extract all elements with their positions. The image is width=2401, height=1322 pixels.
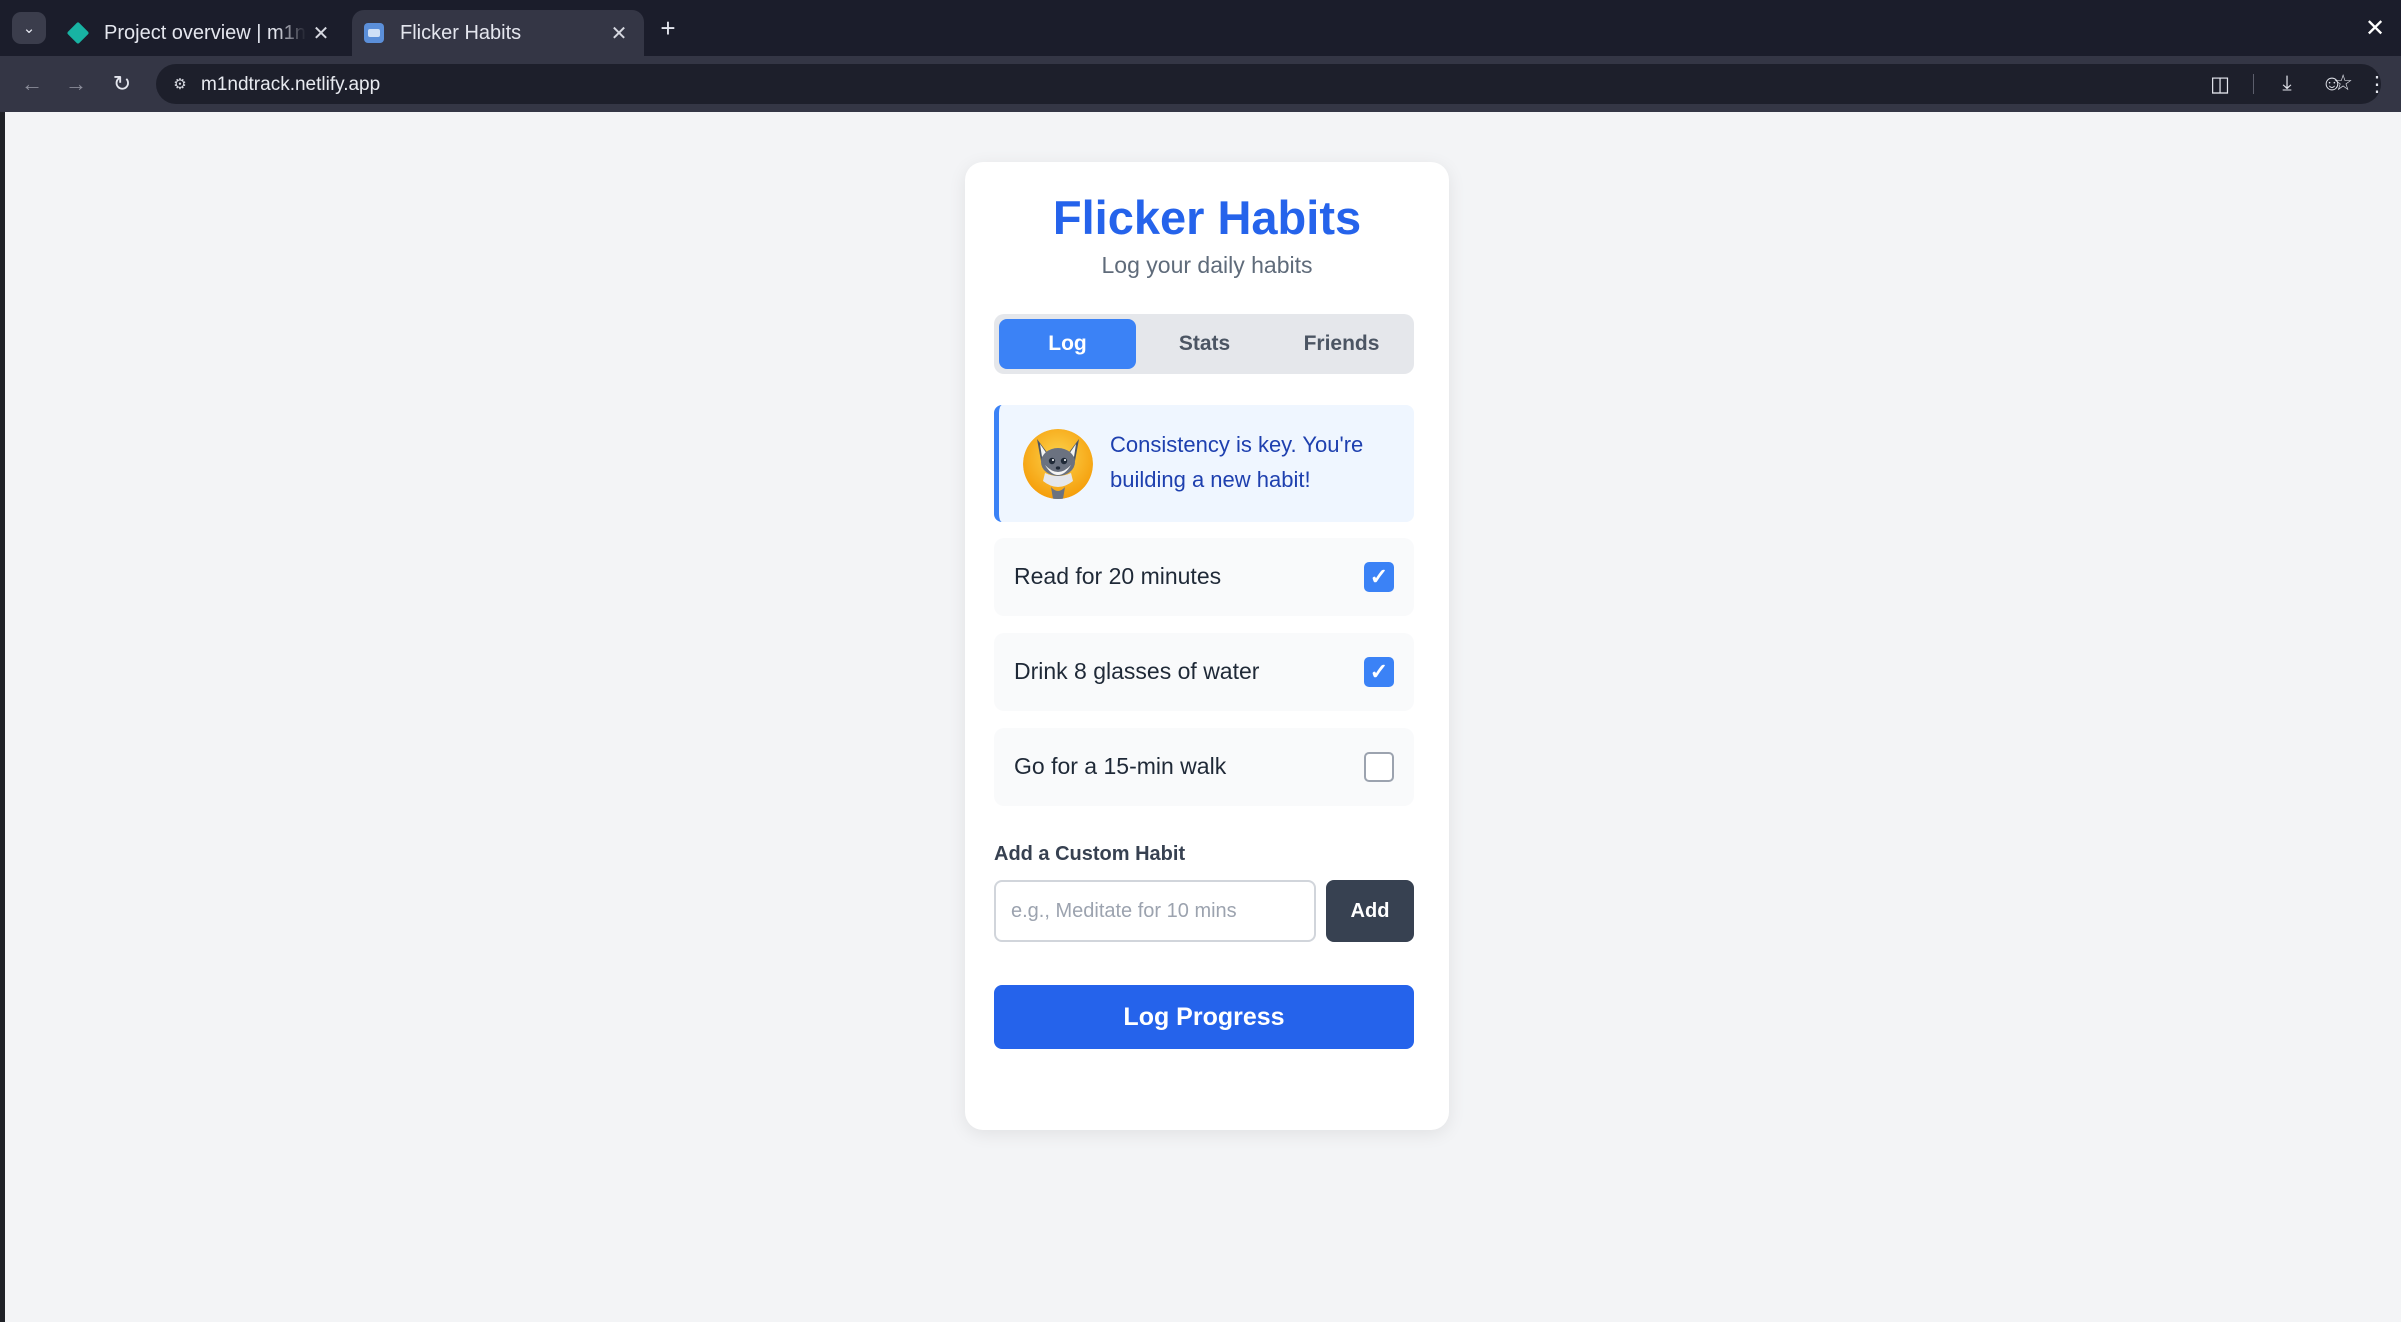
tab-search-chevron-icon[interactable]: ⌄ [12, 12, 46, 44]
browser-tab-flicker-habits[interactable]: Flicker Habits ✕ [352, 10, 644, 56]
app-title: Flicker Habits [1052, 191, 1362, 244]
habit-label: Drink 8 glasses of water [1014, 658, 1260, 684]
page-viewport: Flicker Habits Log your daily habits Log… [5, 112, 2401, 1322]
fox-mascot-icon [1023, 429, 1093, 499]
download-icon[interactable]: ⤓ [2271, 68, 2303, 100]
app-favicon-icon [364, 23, 384, 43]
tab-friends[interactable]: Friends [1273, 319, 1410, 369]
address-bar[interactable]: ⚙ m1ndtrack.netlify.app ☆ [156, 64, 2381, 104]
extensions-puzzle-icon[interactable]: ◫ [2204, 68, 2236, 100]
close-tab-icon[interactable]: ✕ [604, 18, 634, 48]
message-text: Consistency is key. You're building a ne… [1110, 432, 1364, 492]
tab-stats[interactable]: Stats [1136, 319, 1273, 369]
more-menu-kebab-icon[interactable]: ⋮ [2361, 68, 2393, 100]
forward-arrow-icon[interactable]: → [58, 66, 94, 102]
browser-tab-project-overview[interactable]: Project overview | m1ndtrack ✕ [56, 10, 346, 56]
window-close-icon[interactable]: ✕ [2359, 12, 2391, 44]
tab-title: Flicker Habits [400, 21, 522, 44]
netlify-diamond-icon [66, 21, 90, 45]
habit-item[interactable]: Read for 20 minutes ✓ [994, 538, 1414, 616]
app-subtitle: Log your daily habits [1101, 252, 1313, 278]
custom-habit-input[interactable] [994, 880, 1316, 942]
habit-item[interactable]: Go for a 15-min walk [994, 728, 1414, 806]
view-tabs: Log Stats Friends [994, 314, 1414, 374]
back-arrow-icon[interactable]: ← [14, 66, 50, 102]
close-tab-icon[interactable]: ✕ [306, 18, 336, 48]
log-progress-button[interactable]: Log Progress [994, 985, 1414, 1049]
add-habit-button[interactable]: Add [1326, 880, 1414, 942]
habit-checkbox-checked[interactable]: ✓ [1364, 562, 1394, 592]
toolbar-divider [2253, 74, 2254, 94]
habit-label: Go for a 15-min walk [1014, 753, 1227, 779]
site-info-tune-icon[interactable]: ⚙ [166, 70, 194, 98]
tab-title: Project overview | m1ndtrack [104, 21, 306, 44]
habit-checkbox-checked[interactable]: ✓ [1364, 657, 1394, 687]
url-text[interactable]: m1ndtrack.netlify.app [201, 74, 380, 96]
reload-icon[interactable]: ↻ [104, 66, 140, 102]
habit-card: Flicker Habits Log your daily habits Log… [965, 162, 1449, 1130]
profile-avatar-icon[interactable]: ☺ [2316, 68, 2348, 100]
motivation-message: Consistency is key. You're building a ne… [994, 405, 1414, 522]
browser-tab-strip: ⌄ Project overview | m1ndtrack ✕ Flicker… [0, 0, 2401, 56]
new-tab-plus-icon[interactable]: + [652, 12, 684, 44]
browser-toolbar: ← → ↻ ⚙ m1ndtrack.netlify.app ☆ ◫ ⤓ ☺ ⋮ [0, 56, 2401, 112]
habit-item[interactable]: Drink 8 glasses of water ✓ [994, 633, 1414, 711]
habit-checkbox-unchecked[interactable] [1364, 752, 1394, 782]
habit-label: Read for 20 minutes [1014, 563, 1222, 589]
custom-habit-label: Add a Custom Habit [994, 843, 1186, 865]
tab-log[interactable]: Log [999, 319, 1136, 369]
